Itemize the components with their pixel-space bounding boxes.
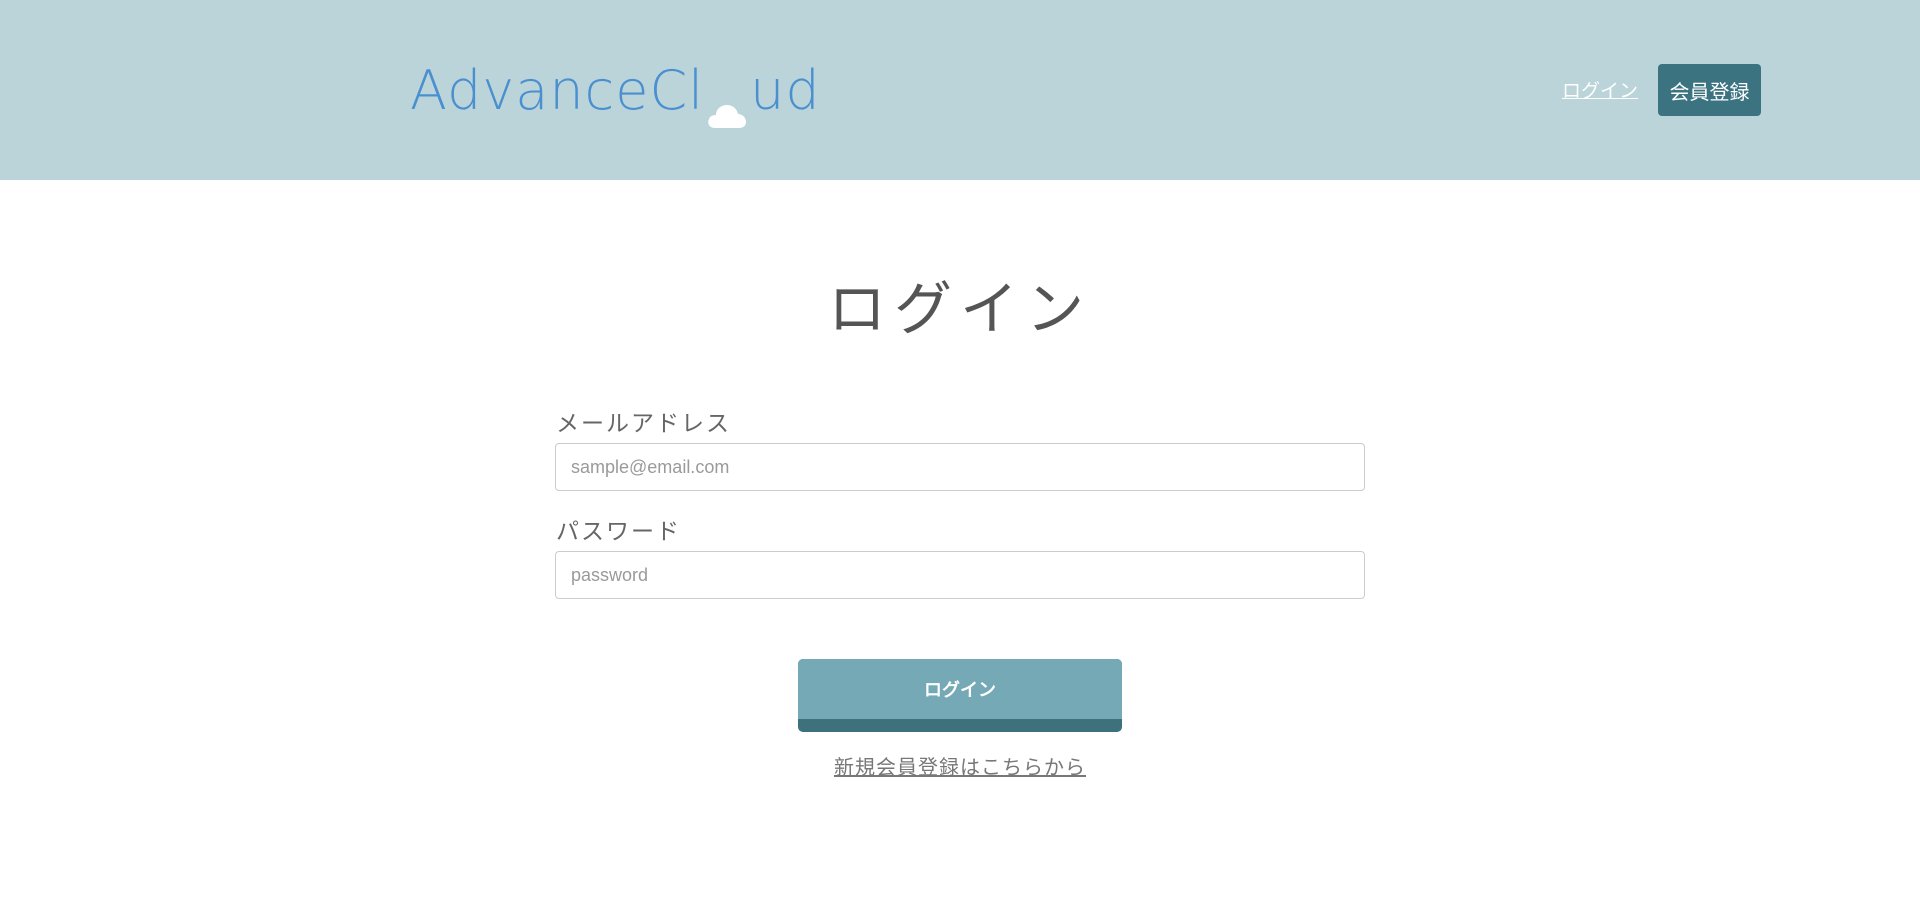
login-button[interactable]: ログイン: [798, 659, 1122, 719]
logo[interactable]: AdvanceCl ud: [410, 58, 821, 128]
cloud-icon: [706, 80, 748, 128]
logo-text-right: ud: [750, 58, 821, 122]
page-title: ログイン: [827, 275, 1092, 343]
nav-login-link[interactable]: ログイン: [1562, 76, 1638, 103]
email-field[interactable]: [555, 443, 1365, 491]
logo-text-left: AdvanceCl: [410, 58, 705, 122]
register-link-row: 新規会員登録はこちらから: [0, 751, 1920, 780]
login-button-container: ログイン: [798, 659, 1122, 732]
password-field[interactable]: [555, 551, 1365, 599]
nav-register-button[interactable]: 会員登録: [1658, 64, 1761, 116]
site-header: AdvanceCl ud ログイン 会員登録: [0, 0, 1920, 180]
password-label: パスワード: [556, 519, 681, 545]
email-label: メールアドレス: [556, 411, 731, 437]
register-link[interactable]: 新規会員登録はこちらから: [834, 755, 1086, 779]
